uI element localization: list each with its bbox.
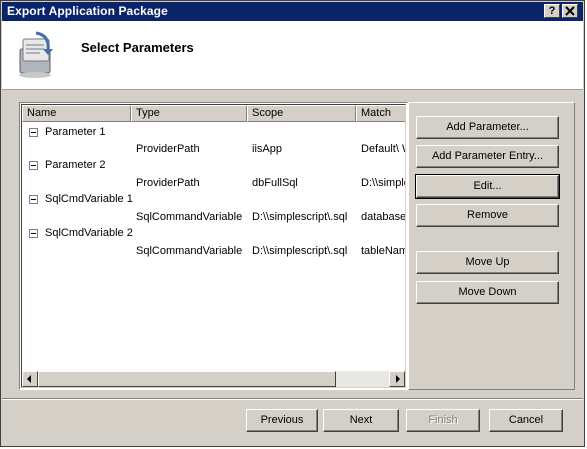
entry-match[interactable]: tableNam bbox=[361, 244, 405, 258]
scroll-thumb[interactable] bbox=[38, 371, 336, 387]
collapse-toggle[interactable] bbox=[29, 229, 38, 238]
collapse-toggle[interactable] bbox=[29, 161, 38, 170]
footer-separator bbox=[2, 398, 583, 400]
horizontal-scrollbar[interactable] bbox=[22, 371, 405, 387]
entry-match[interactable]: D:\\simple bbox=[361, 176, 405, 190]
entry-scope[interactable]: D:\\simplescript\.sql bbox=[252, 244, 347, 258]
previous-button[interactable]: Previous bbox=[246, 409, 318, 432]
close-icon bbox=[565, 6, 575, 16]
scroll-right-button[interactable] bbox=[389, 371, 405, 387]
arrow-right-icon bbox=[396, 375, 400, 383]
add-parameter-button[interactable]: Add Parameter... bbox=[416, 116, 559, 139]
edit-button[interactable]: Edit... bbox=[415, 174, 560, 199]
finish-button[interactable]: Finish bbox=[406, 409, 480, 432]
entry-type[interactable]: ProviderPath bbox=[136, 142, 200, 156]
help-button[interactable]: ? bbox=[544, 4, 560, 18]
column-header-scope[interactable]: Scope bbox=[247, 105, 356, 122]
wizard-header: Select Parameters bbox=[2, 21, 583, 90]
window-title: Export Application Package bbox=[7, 4, 168, 18]
move-up-button[interactable]: Move Up bbox=[416, 251, 559, 274]
collapse-toggle[interactable] bbox=[29, 195, 38, 204]
cancel-button[interactable]: Cancel bbox=[489, 409, 563, 432]
entry-type[interactable]: ProviderPath bbox=[136, 176, 200, 190]
button-panel: Add Parameter... Add Parameter Entry... … bbox=[408, 102, 575, 390]
scroll-left-button[interactable] bbox=[22, 371, 38, 387]
parameter-name[interactable]: Parameter 2 bbox=[45, 158, 106, 172]
add-parameter-entry-button[interactable]: Add Parameter Entry... bbox=[416, 145, 559, 168]
arrow-left-icon bbox=[27, 375, 31, 383]
parameter-name[interactable]: Parameter 1 bbox=[45, 125, 106, 139]
entry-match[interactable]: Default\ W bbox=[361, 142, 405, 156]
package-export-icon bbox=[19, 31, 53, 78]
entry-type[interactable]: SqlCommandVariable bbox=[136, 210, 242, 224]
entry-scope[interactable]: iisApp bbox=[252, 142, 282, 156]
page-heading: Select Parameters bbox=[81, 40, 194, 55]
export-application-package-dialog: Export Application Package ? Select Para… bbox=[0, 0, 585, 447]
collapse-toggle[interactable] bbox=[29, 128, 38, 137]
entry-match[interactable]: database bbox=[361, 210, 405, 224]
parameter-name[interactable]: SqlCmdVariable 1 bbox=[45, 192, 133, 206]
entry-scope[interactable]: D:\\simplescript\.sql bbox=[252, 210, 347, 224]
parameter-name[interactable]: SqlCmdVariable 2 bbox=[45, 226, 133, 240]
parameters-list[interactable]: Name Type Scope Match Parameter 1 Provid… bbox=[19, 102, 408, 390]
move-down-button[interactable]: Move Down bbox=[416, 281, 559, 304]
column-header-type[interactable]: Type bbox=[131, 105, 247, 122]
entry-scope[interactable]: dbFullSql bbox=[252, 176, 298, 190]
close-button[interactable] bbox=[562, 4, 578, 18]
title-bar[interactable]: Export Application Package ? bbox=[2, 2, 583, 21]
column-header-name[interactable]: Name bbox=[22, 105, 131, 122]
column-header-match[interactable]: Match bbox=[356, 105, 405, 122]
next-button[interactable]: Next bbox=[323, 409, 399, 432]
remove-button[interactable]: Remove bbox=[416, 204, 559, 227]
entry-type[interactable]: SqlCommandVariable bbox=[136, 244, 242, 258]
